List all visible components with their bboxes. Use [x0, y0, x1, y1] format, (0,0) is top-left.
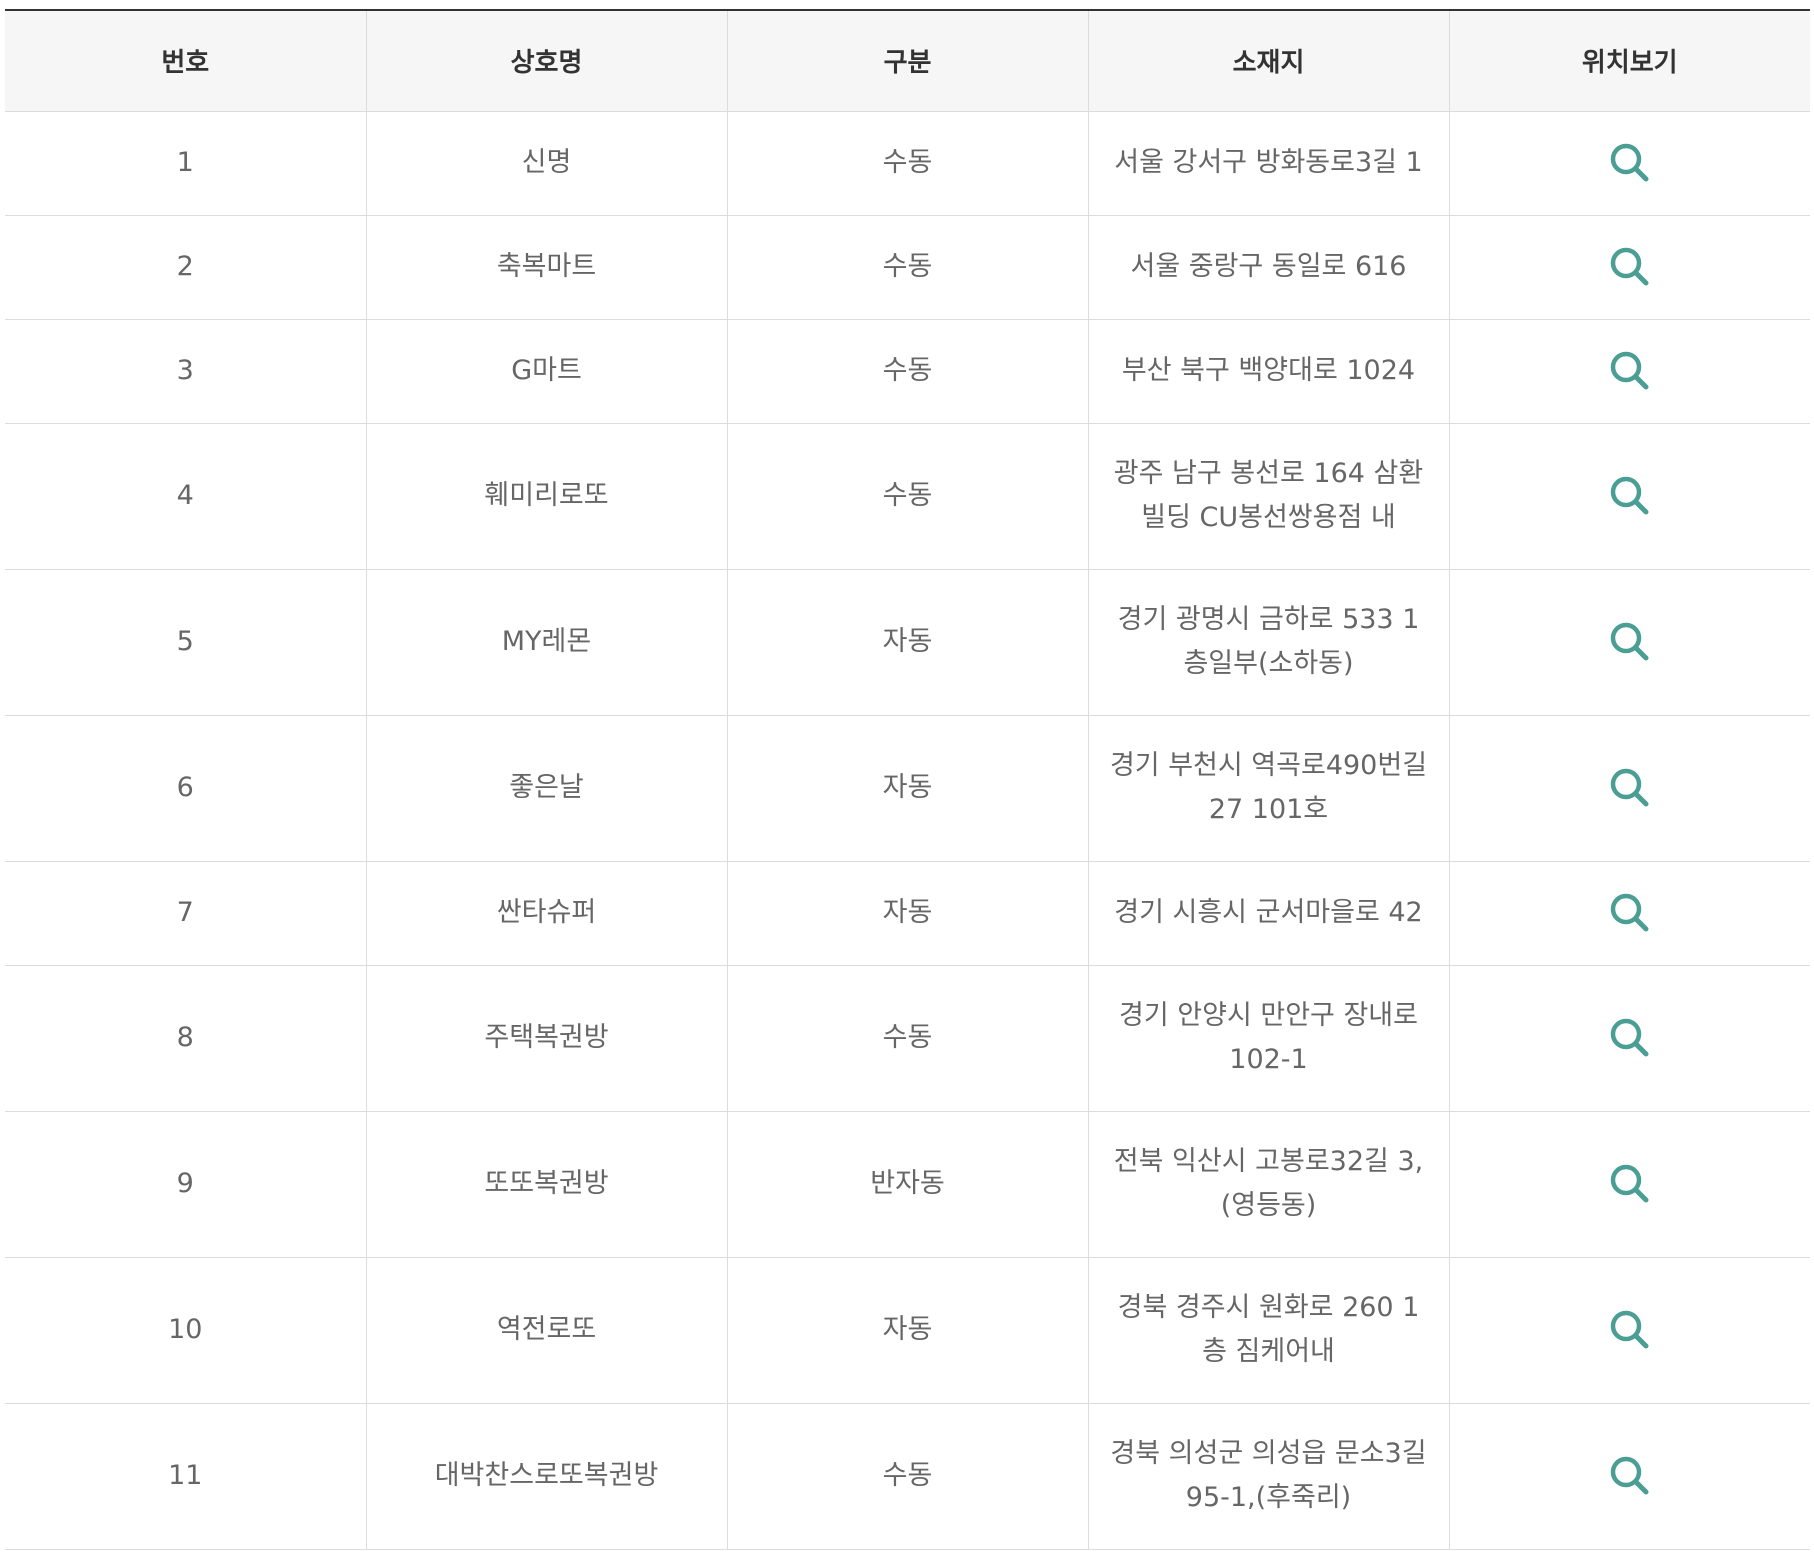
header-type: 구분	[726, 9, 1089, 112]
cell-address: 서울 강서구 방화동로3길 1	[1087, 110, 1450, 216]
cell-number: 2	[5, 214, 367, 320]
cell-view-location	[1448, 422, 1810, 570]
cell-number: 5	[5, 568, 367, 716]
search-icon[interactable]	[1606, 347, 1654, 395]
search-icon[interactable]	[1606, 243, 1654, 291]
cell-store-name: 싼타슈퍼	[365, 860, 728, 966]
cell-store-name: 대박찬스로또복권방	[365, 1402, 728, 1550]
search-icon[interactable]	[1606, 1160, 1654, 1208]
cell-type: 수동	[726, 964, 1089, 1112]
cell-number: 10	[5, 1256, 367, 1404]
cell-type: 자동	[726, 860, 1089, 966]
cell-type: 수동	[726, 214, 1089, 320]
cell-type: 자동	[726, 714, 1089, 862]
search-icon[interactable]	[1606, 1452, 1654, 1500]
table-row: 5 MY레몬 자동 경기 광명시 금하로 533 1층일부(소하동)	[5, 568, 1810, 716]
table-row: 7 싼타슈퍼 자동 경기 시흥시 군서마을로 42	[5, 860, 1810, 966]
cell-view-location	[1448, 318, 1810, 424]
table-row: 11 대박찬스로또복권방 수동 경북 의성군 의성읍 문소3길 95-1,(후죽…	[5, 1402, 1810, 1550]
cell-store-name: G마트	[365, 318, 728, 424]
cell-view-location	[1448, 568, 1810, 716]
cell-view-location	[1448, 1402, 1810, 1550]
cell-view-location	[1448, 214, 1810, 320]
cell-address: 서울 중랑구 동일로 616	[1087, 214, 1450, 320]
cell-type: 자동	[726, 1256, 1089, 1404]
cell-view-location	[1448, 1256, 1810, 1404]
store-list-table: 번호 상호명 구분 소재지 위치보기 1 신명 수동 서울 강서구 방화동로3길…	[5, 9, 1810, 1550]
cell-type: 자동	[726, 568, 1089, 716]
search-icon[interactable]	[1606, 1014, 1654, 1062]
cell-store-name: 역전로또	[365, 1256, 728, 1404]
cell-number: 3	[5, 318, 367, 424]
cell-view-location	[1448, 714, 1810, 862]
cell-store-name: 또또복권방	[365, 1110, 728, 1258]
header-number: 번호	[5, 9, 367, 112]
table-row: 9 또또복권방 반자동 전북 익산시 고봉로32길 3,(영등동)	[5, 1110, 1810, 1258]
cell-number: 8	[5, 964, 367, 1112]
cell-store-name: 훼미리로또	[365, 422, 728, 570]
cell-view-location	[1448, 110, 1810, 216]
table-row: 4 훼미리로또 수동 광주 남구 봉선로 164 삼환빌딩 CU봉선쌍용점 내	[5, 422, 1810, 570]
cell-type: 수동	[726, 318, 1089, 424]
cell-store-name: 신명	[365, 110, 728, 216]
table-row: 10 역전로또 자동 경북 경주시 원화로 260 1층 짐케어내	[5, 1256, 1810, 1404]
cell-address: 경기 부천시 역곡로490번길 27 101호	[1087, 714, 1450, 862]
search-icon[interactable]	[1606, 889, 1654, 937]
table-row: 6 좋은날 자동 경기 부천시 역곡로490번길 27 101호	[5, 714, 1810, 862]
cell-address: 경기 광명시 금하로 533 1층일부(소하동)	[1087, 568, 1450, 716]
search-icon[interactable]	[1606, 139, 1654, 187]
search-icon[interactable]	[1606, 618, 1654, 666]
cell-address: 광주 남구 봉선로 164 삼환빌딩 CU봉선쌍용점 내	[1087, 422, 1450, 570]
cell-number: 11	[5, 1402, 367, 1550]
header-view-location: 위치보기	[1448, 9, 1810, 112]
cell-number: 9	[5, 1110, 367, 1258]
table-row: 2 축복마트 수동 서울 중랑구 동일로 616	[5, 214, 1810, 320]
cell-view-location	[1448, 964, 1810, 1112]
search-icon[interactable]	[1606, 472, 1654, 520]
header-address: 소재지	[1087, 9, 1450, 112]
cell-number: 7	[5, 860, 367, 966]
cell-number: 6	[5, 714, 367, 862]
table-row: 1 신명 수동 서울 강서구 방화동로3길 1	[5, 110, 1810, 216]
cell-type: 수동	[726, 1402, 1089, 1550]
cell-address: 전북 익산시 고봉로32길 3,(영등동)	[1087, 1110, 1450, 1258]
header-store-name: 상호명	[365, 9, 728, 112]
cell-type: 수동	[726, 422, 1089, 570]
cell-address: 경기 안양시 만안구 장내로 102-1	[1087, 964, 1450, 1112]
cell-store-name: MY레몬	[365, 568, 728, 716]
cell-type: 반자동	[726, 1110, 1089, 1258]
cell-address: 부산 북구 백양대로 1024	[1087, 318, 1450, 424]
cell-store-name: 주택복권방	[365, 964, 728, 1112]
cell-type: 수동	[726, 110, 1089, 216]
table-row: 8 주택복권방 수동 경기 안양시 만안구 장내로 102-1	[5, 964, 1810, 1112]
cell-view-location	[1448, 1110, 1810, 1258]
cell-store-name: 축복마트	[365, 214, 728, 320]
cell-address: 경기 시흥시 군서마을로 42	[1087, 860, 1450, 966]
cell-address: 경북 경주시 원화로 260 1층 짐케어내	[1087, 1256, 1450, 1404]
table-row: 3 G마트 수동 부산 북구 백양대로 1024	[5, 318, 1810, 424]
cell-address: 경북 의성군 의성읍 문소3길 95-1,(후죽리)	[1087, 1402, 1450, 1550]
table-header-row: 번호 상호명 구분 소재지 위치보기	[5, 9, 1810, 112]
cell-store-name: 좋은날	[365, 714, 728, 862]
store-list-container: 번호 상호명 구분 소재지 위치보기 1 신명 수동 서울 강서구 방화동로3길…	[5, 9, 1810, 1550]
search-icon[interactable]	[1606, 764, 1654, 812]
cell-number: 1	[5, 110, 367, 216]
search-icon[interactable]	[1606, 1306, 1654, 1354]
cell-view-location	[1448, 860, 1810, 966]
cell-number: 4	[5, 422, 367, 570]
